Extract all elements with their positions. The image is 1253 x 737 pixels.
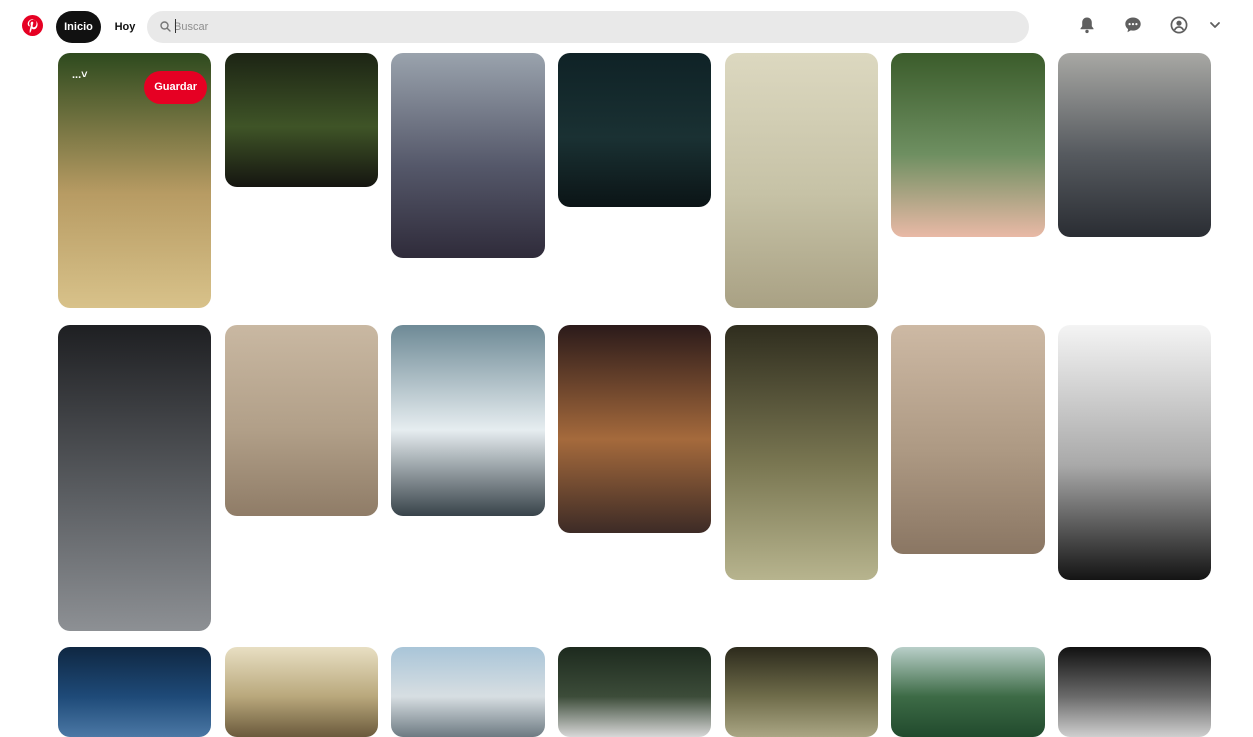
pin-rock-snow[interactable] (1058, 647, 1211, 737)
pin-wild-grass[interactable]: ...˅ Guardar (58, 53, 211, 308)
pin-vintage-car[interactable] (225, 647, 378, 737)
pin-grid: ...˅ Guardar (0, 0, 1253, 737)
pin-clock-face[interactable] (1058, 325, 1211, 580)
pin-guitar-head[interactable] (725, 325, 878, 580)
save-button[interactable]: Guardar (144, 71, 207, 104)
pin-footprints-sand-2[interactable] (891, 325, 1045, 554)
chevron-down-icon: ˅ (81, 69, 88, 81)
pin-wet-rock[interactable] (1058, 53, 1211, 237)
pin-pine-needles[interactable] (891, 53, 1045, 237)
pin-misty-sea[interactable] (391, 53, 545, 258)
pin-rain-drops[interactable] (58, 325, 211, 631)
board-select[interactable]: ...˅ (72, 69, 88, 81)
pin-sunny-road[interactable] (391, 647, 545, 737)
board-select-label: ... (72, 69, 82, 81)
pin-night-horizon[interactable] (558, 53, 711, 207)
pin-forest-snow[interactable] (558, 647, 711, 737)
pin-guitar-head-2[interactable] (725, 647, 878, 737)
pin-blue-sky[interactable] (58, 647, 211, 737)
pin-footprints-sand[interactable] (225, 325, 378, 516)
pin-ocean-waves[interactable] (391, 325, 545, 516)
pin-green-trees[interactable] (891, 647, 1045, 737)
pin-lit-alley[interactable] (558, 325, 711, 533)
pin-foggy-beach[interactable] (725, 53, 878, 308)
pin-night-fence[interactable] (225, 53, 378, 187)
